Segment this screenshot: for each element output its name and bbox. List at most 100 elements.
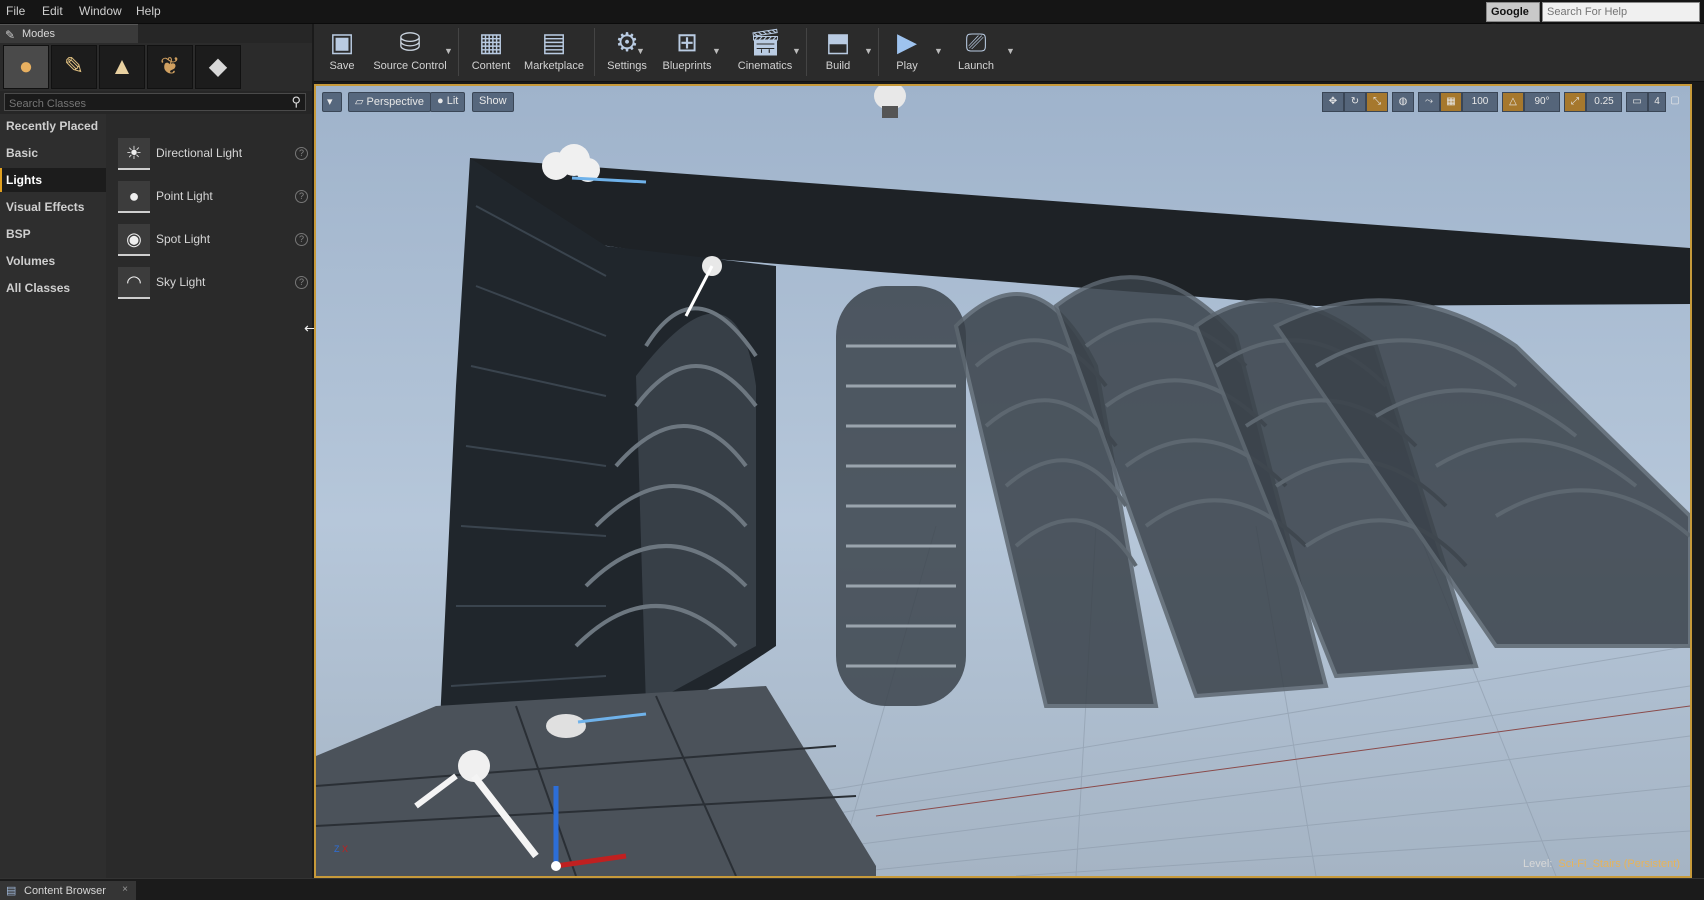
- cinematics-label: Cinematics: [737, 60, 793, 72]
- rotate-tool-button[interactable]: ↻: [1344, 92, 1366, 112]
- show-flags-button[interactable]: Show: [472, 92, 514, 112]
- menu-file[interactable]: File: [6, 4, 25, 18]
- camera-speed-value[interactable]: 4: [1648, 92, 1666, 112]
- perspective-view-button[interactable]: ▱ Perspective: [348, 92, 431, 112]
- rotation-snap-toggle[interactable]: △: [1502, 92, 1524, 112]
- toolbar-separator: [594, 28, 595, 76]
- category-visual-effects[interactable]: Visual Effects: [0, 195, 106, 219]
- settings-label: Settings: [607, 60, 647, 72]
- list-item-sky-light[interactable]: ◠ Sky Light ?: [110, 265, 308, 301]
- content-browser-label: Content Browser: [24, 885, 106, 897]
- content-icon: ▦: [478, 27, 504, 57]
- spot-light-icon: ◉: [118, 224, 150, 256]
- rotation-snap-value[interactable]: 90°: [1524, 92, 1560, 112]
- category-recently-placed[interactable]: Recently Placed: [0, 114, 106, 138]
- scale-snap-toggle[interactable]: ⤢: [1564, 92, 1586, 112]
- surface-snap-button[interactable]: ⤳: [1418, 92, 1440, 112]
- content-browser-tab[interactable]: ▤ Content Browser ×: [0, 881, 136, 900]
- blueprints-dropdown-icon[interactable]: ▼: [712, 46, 721, 56]
- staircase-2: [836, 286, 966, 706]
- search-icon[interactable]: ⚲: [291, 94, 301, 110]
- globe-icon: ◍: [1398, 96, 1408, 107]
- category-all-classes[interactable]: All Classes: [0, 276, 106, 300]
- source-control-dropdown-icon[interactable]: ▼: [444, 46, 453, 56]
- foliage-mode-button[interactable]: ❦: [147, 45, 193, 89]
- search-provider-dropdown[interactable]: Google ▾: [1486, 2, 1540, 31]
- category-volumes[interactable]: Volumes: [0, 249, 106, 273]
- menu-window[interactable]: Window: [79, 4, 122, 18]
- save-label: Save: [329, 60, 355, 72]
- grid-snap-value[interactable]: 100: [1462, 92, 1498, 112]
- place-mode-icon: ●: [18, 53, 34, 80]
- content-label: Content: [471, 60, 511, 72]
- level-viewport[interactable]: ▾ ▱ Perspective ● Lit Show ✥ ↻ ⤡ ◍ ⤳ ▦ 1…: [314, 84, 1692, 878]
- list-item-point-light[interactable]: ● Point Light ?: [110, 179, 308, 215]
- modes-icon: ✎: [5, 28, 16, 42]
- source-control-button[interactable]: ⛁ Source Control: [368, 26, 452, 78]
- content-button[interactable]: ▦ Content: [464, 26, 518, 78]
- settings-dropdown-icon[interactable]: ▼: [636, 46, 645, 56]
- help-icon[interactable]: ?: [295, 190, 308, 203]
- menu-edit[interactable]: Edit: [42, 4, 63, 18]
- camera-speed-button[interactable]: ▭: [1626, 92, 1648, 112]
- geometry-cube-icon: ◆: [208, 53, 228, 80]
- scale-snap-value[interactable]: 0.25: [1586, 92, 1622, 112]
- paint-mode-button[interactable]: ✎: [51, 45, 97, 89]
- light-item-label: Directional Light: [156, 146, 243, 160]
- world-local-toggle-button[interactable]: ◍: [1392, 92, 1414, 112]
- category-basic[interactable]: Basic: [0, 141, 106, 165]
- launch-button[interactable]: ⎚ Launch: [948, 26, 1004, 78]
- settings-button[interactable]: ⚙ Settings: [598, 26, 656, 78]
- source-control-label: Source Control: [373, 60, 447, 72]
- marketplace-button[interactable]: ▤ Marketplace: [518, 26, 590, 78]
- geometry-edit-mode-button[interactable]: ◆: [195, 45, 241, 89]
- foliage-leaf-icon: ❦: [159, 53, 181, 80]
- bottom-tab-bar: ▤ Content Browser ×: [0, 878, 1704, 900]
- light-item-label: Point Light: [156, 189, 213, 203]
- help-icon[interactable]: ?: [295, 233, 308, 246]
- list-item-spot-light[interactable]: ◉ Spot Light ?: [110, 222, 308, 258]
- place-mode-button[interactable]: ●: [3, 45, 49, 89]
- lights-list: ☀ Directional Light ? ● Point Light ? ◉ …: [106, 114, 312, 878]
- launch-dropdown-icon[interactable]: ▼: [1006, 46, 1015, 56]
- grid-icon: ▦: [1446, 96, 1456, 107]
- build-dropdown-icon[interactable]: ▼: [864, 46, 873, 56]
- save-button[interactable]: ▣ Save: [320, 26, 364, 78]
- help-search-input[interactable]: [1542, 2, 1700, 22]
- scale-tool-button[interactable]: ⤡: [1366, 92, 1388, 112]
- x-axis-line: [875, 705, 1690, 817]
- category-lights[interactable]: Lights: [0, 168, 106, 192]
- toolbar-separator: [878, 28, 879, 76]
- list-item-directional-light[interactable]: ☀ Directional Light ?: [110, 136, 308, 172]
- viewport-options-dropdown[interactable]: ▾: [322, 92, 342, 112]
- axis-indicator: Z X: [334, 844, 348, 854]
- cinematics-dropdown-icon[interactable]: ▼: [792, 46, 801, 56]
- mode-selector: ● ✎ ▲ ❦ ◆: [0, 43, 312, 91]
- launch-icon: ⎚: [965, 27, 987, 57]
- modes-tab[interactable]: ✎ Modes: [0, 24, 138, 43]
- help-icon[interactable]: ?: [295, 147, 308, 160]
- scale-icon: ⤡: [1373, 96, 1381, 107]
- play-icon: ▶: [897, 27, 917, 57]
- viewport-scene: [316, 86, 1690, 876]
- help-icon[interactable]: ?: [295, 276, 308, 289]
- grid-snap-toggle[interactable]: ▦: [1440, 92, 1462, 112]
- landscape-mode-button[interactable]: ▲: [99, 45, 145, 89]
- build-button[interactable]: ⬒ Build: [810, 26, 866, 78]
- level-indicator: Level: Sci-Fi_Stairs (Persistent): [1523, 858, 1680, 870]
- play-button[interactable]: ▶ Play: [882, 26, 932, 78]
- source-control-icon: ⛁: [399, 27, 421, 57]
- maximize-viewport-button[interactable]: ▢: [1668, 92, 1682, 112]
- rotation-snap-icon: △: [1509, 96, 1517, 107]
- blueprints-label: Blueprints: [662, 60, 712, 72]
- play-dropdown-icon[interactable]: ▼: [934, 46, 943, 56]
- close-icon[interactable]: ×: [122, 884, 128, 895]
- menu-help[interactable]: Help: [136, 4, 161, 18]
- search-classes-input[interactable]: [5, 96, 281, 112]
- translate-tool-button[interactable]: ✥: [1322, 92, 1344, 112]
- category-bsp[interactable]: BSP: [0, 222, 106, 246]
- unreal-editor-window: File Edit Window Help Google ▾ ✎ Modes ●…: [0, 0, 1704, 900]
- cinematics-button[interactable]: 🎬︎ Cinematics: [728, 26, 802, 78]
- lit-mode-button[interactable]: ● Lit: [430, 92, 466, 112]
- main-toolbar: ▣ Save ⛁ Source Control ▼ ▦ Content ▤ Ma…: [314, 24, 1704, 82]
